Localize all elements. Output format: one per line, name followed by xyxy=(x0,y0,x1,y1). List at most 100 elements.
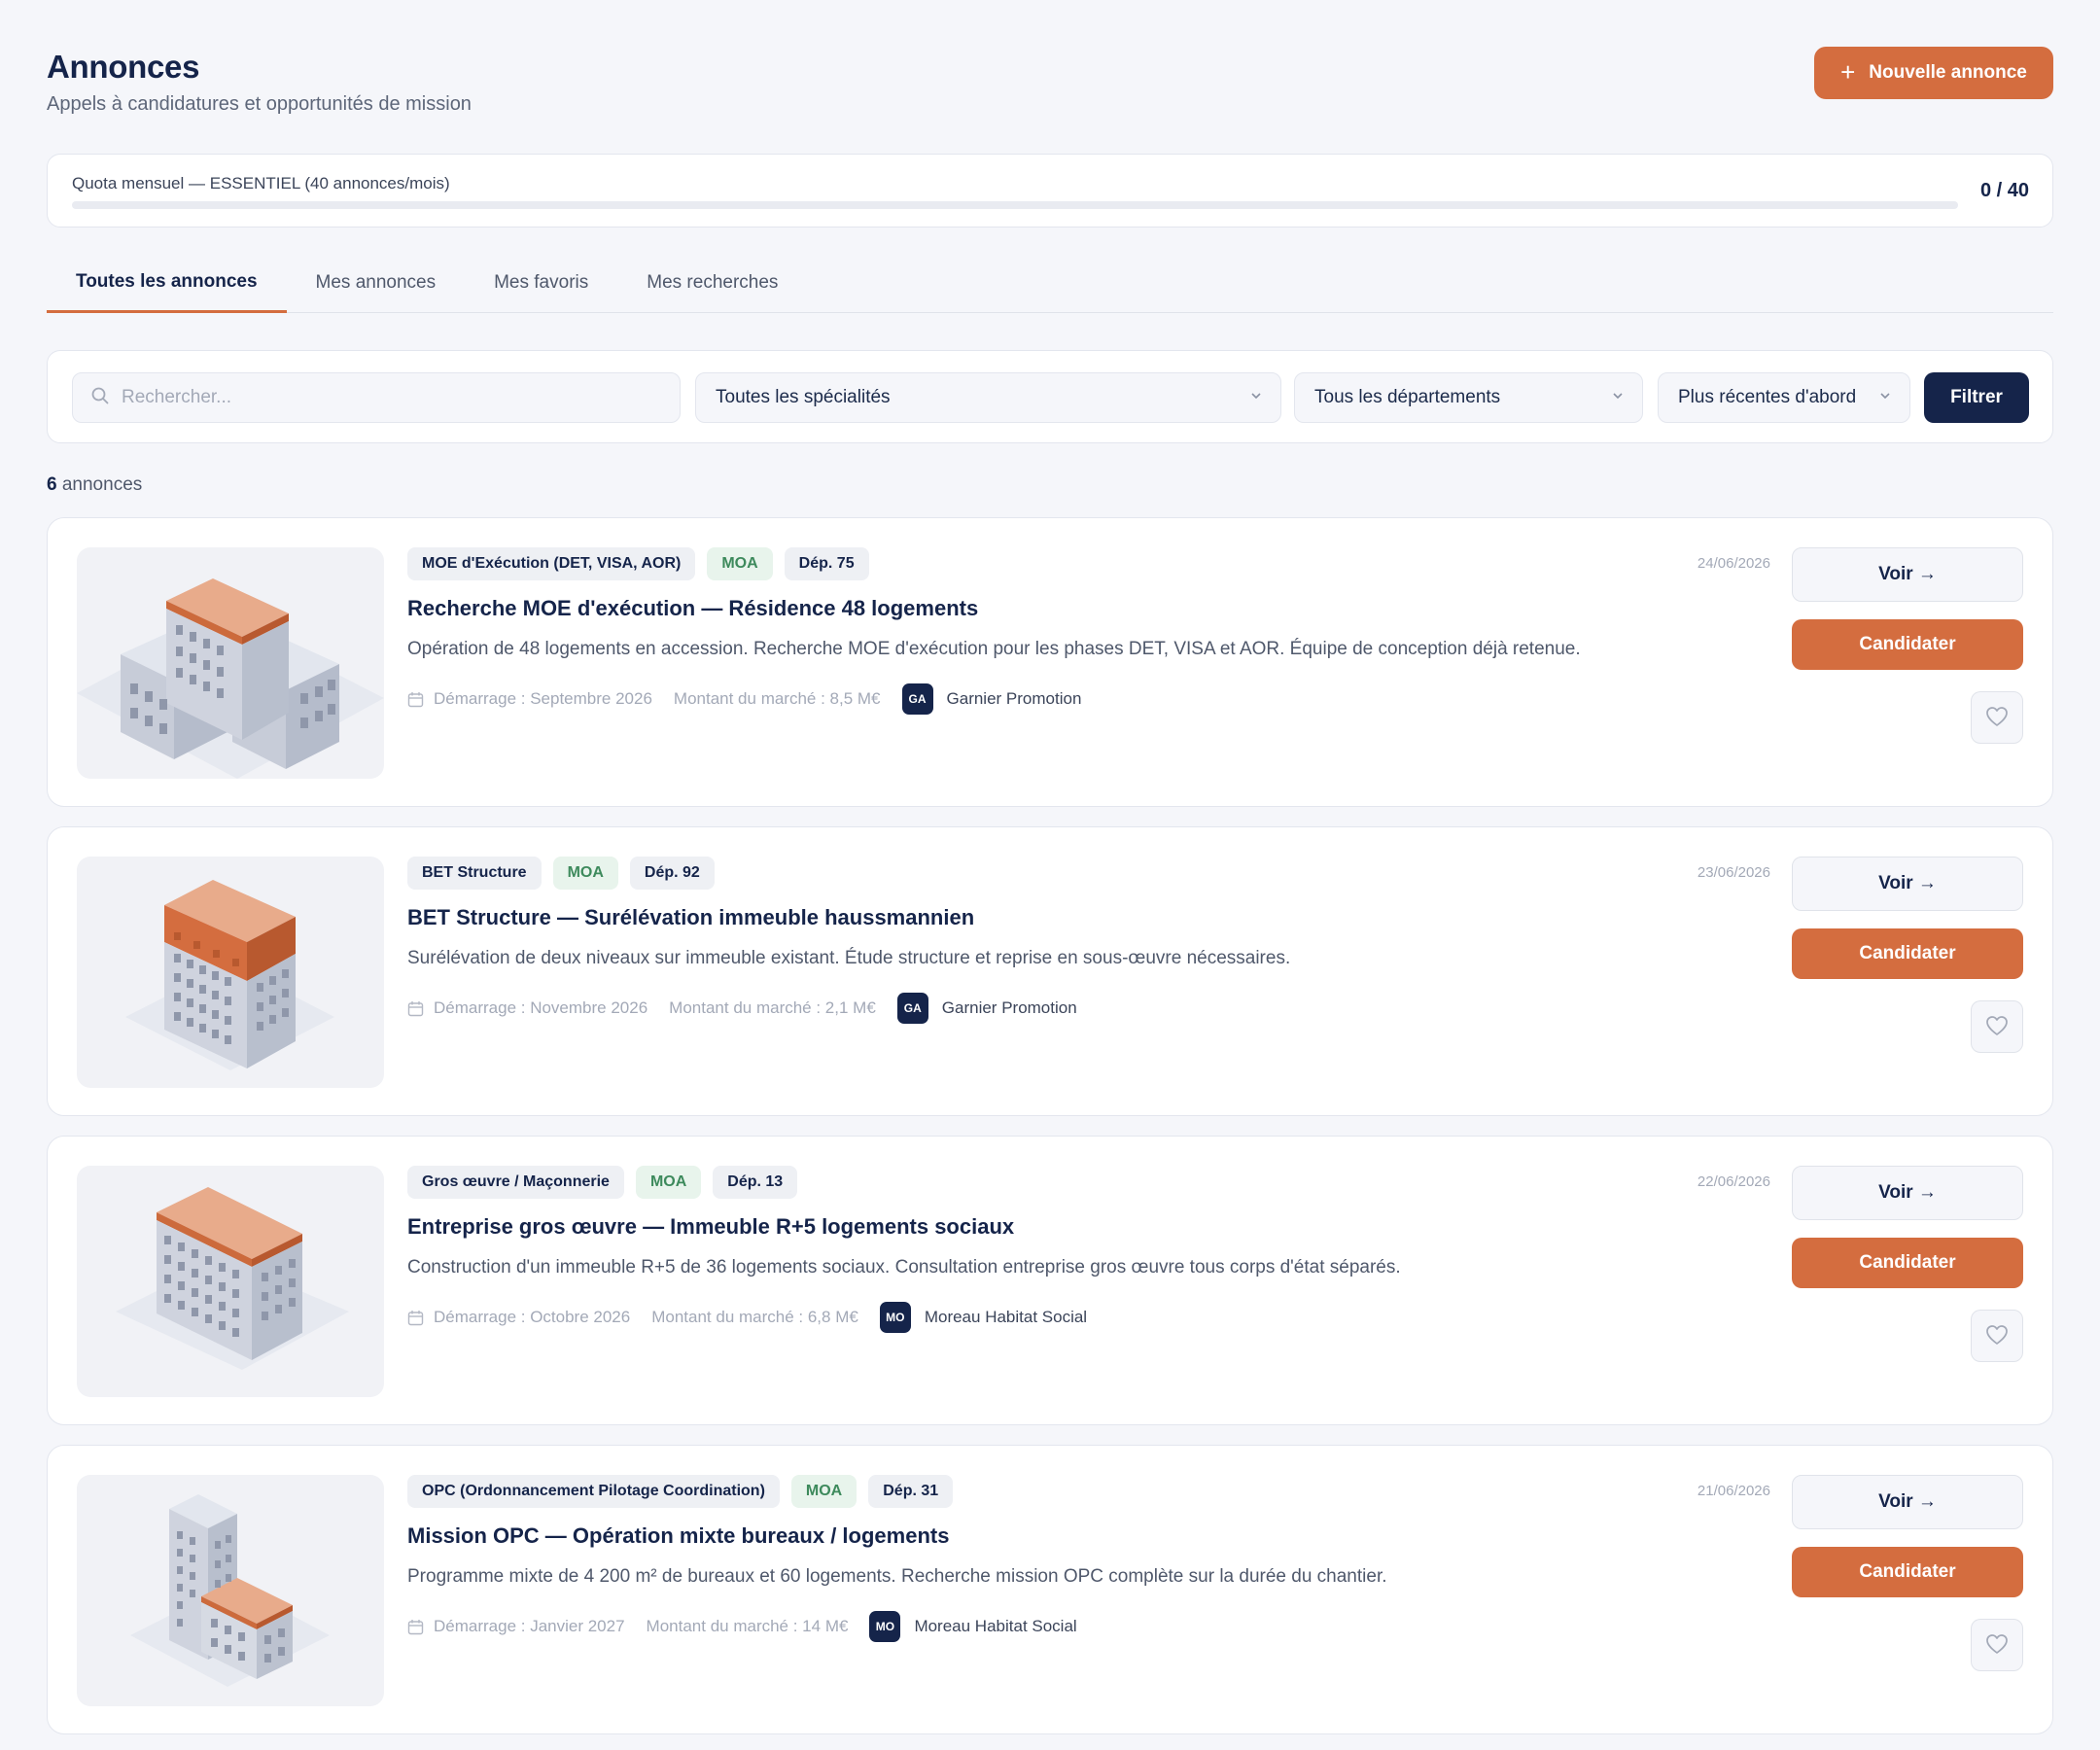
tab-all-listings[interactable]: Toutes les annonces xyxy=(47,261,287,313)
heart-icon xyxy=(1985,1015,2009,1039)
tab-my-searches[interactable]: Mes recherches xyxy=(617,261,807,313)
specialty-tag: MOE d'Exécution (DET, VISA, AOR) xyxy=(407,547,696,580)
company-avatar: GA xyxy=(896,993,928,1024)
role-tag: MOA xyxy=(552,857,618,890)
listing-date: 22/06/2026 xyxy=(1697,1173,1770,1190)
company-name[interactable]: Moreau Habitat Social xyxy=(925,1308,1087,1327)
plus-icon: + xyxy=(1840,56,1856,87)
haussmann-building-illustration xyxy=(125,880,334,1070)
listing-card: MOE d'Exécution (DET, VISA, AOR) MOA Dép… xyxy=(47,517,2053,807)
favorite-button[interactable] xyxy=(1971,691,2023,744)
department-tag: Dép. 75 xyxy=(784,547,869,580)
listing-title[interactable]: BET Structure — Surélévation immeuble ha… xyxy=(407,905,974,930)
new-listing-label: Nouvelle annonce xyxy=(1869,62,2027,83)
listing-date: 24/06/2026 xyxy=(1697,555,1770,572)
department-select[interactable]: Tous les départements xyxy=(1294,372,1643,423)
listing-date: 23/06/2026 xyxy=(1697,864,1770,881)
favorite-button[interactable] xyxy=(1971,1000,2023,1053)
sort-select[interactable]: Plus récentes d'abord xyxy=(1658,372,1910,423)
listing-description: Construction d'un immeuble R+5 de 36 log… xyxy=(407,1257,1401,1278)
new-listing-button[interactable]: + Nouvelle annonce xyxy=(1814,47,2053,99)
quota-count: 0 / 40 xyxy=(1979,180,2029,201)
listing-tags: BET Structure MOA Dép. 92 xyxy=(407,857,715,890)
company-avatar: GA xyxy=(901,683,933,715)
calendar-icon xyxy=(407,1310,424,1326)
listing-description: Opération de 48 logements en accession. … xyxy=(407,639,1581,659)
company-name[interactable]: Garnier Promotion xyxy=(947,689,1082,709)
specialty-tag: OPC (Ordonnancement Pilotage Coordinatio… xyxy=(407,1475,780,1508)
chevron-down-icon xyxy=(1611,387,1625,408)
listing-card: OPC (Ordonnancement Pilotage Coordinatio… xyxy=(47,1445,2053,1734)
tab-my-listings[interactable]: Mes annonces xyxy=(287,261,466,313)
specialty-tag: BET Structure xyxy=(407,857,542,890)
listing-title[interactable]: Mission OPC — Opération mixte bureaux / … xyxy=(407,1523,949,1549)
listing-meta: Démarrage : Novembre 2026 Montant du mar… xyxy=(407,993,1077,1024)
apply-button[interactable]: Candidater xyxy=(1792,1547,2023,1597)
chevron-down-icon xyxy=(1878,387,1892,408)
mixed-use-building-illustration xyxy=(130,1494,330,1687)
filter-button[interactable]: Filtrer xyxy=(1924,372,2029,423)
results-count-number: 6 xyxy=(47,474,57,495)
search-box[interactable] xyxy=(72,372,681,423)
company-name[interactable]: Garnier Promotion xyxy=(942,998,1077,1018)
listing-tags: OPC (Ordonnancement Pilotage Coordinatio… xyxy=(407,1475,954,1508)
listing-description: Surélévation de deux niveaux sur immeubl… xyxy=(407,948,1291,968)
results-count-suffix: annonces xyxy=(61,474,143,495)
listing-title[interactable]: Recherche MOE d'exécution — Résidence 48… xyxy=(407,596,978,621)
specialty-select[interactable]: Toutes les spécialités xyxy=(695,372,1281,423)
apply-button[interactable]: Candidater xyxy=(1792,619,2023,670)
apply-button[interactable]: Candidater xyxy=(1792,928,2023,979)
view-button[interactable]: Voir → xyxy=(1792,547,2023,602)
filter-bar: Toutes les spécialités Tous les départem… xyxy=(47,350,2053,443)
listing-tags: Gros œuvre / Maçonnerie MOA Dép. 13 xyxy=(407,1166,798,1199)
company-name[interactable]: Moreau Habitat Social xyxy=(914,1617,1076,1636)
listing-title[interactable]: Entreprise gros œuvre — Immeuble R+5 log… xyxy=(407,1214,1014,1240)
calendar-icon xyxy=(407,691,424,708)
listing-amount: Montant du marché : 14 M€ xyxy=(646,1617,849,1635)
page-subtitle: Appels à candidatures et opportunités de… xyxy=(47,93,472,115)
view-button[interactable]: Voir → xyxy=(1792,1166,2023,1220)
calendar-icon xyxy=(407,1000,424,1017)
listing-meta: Démarrage : Octobre 2026 Montant du marc… xyxy=(407,1302,1087,1333)
listing-description: Programme mixte de 4 200 m² de bureaux e… xyxy=(407,1566,1387,1587)
department-tag: Dép. 13 xyxy=(713,1166,798,1199)
social-housing-building-illustration xyxy=(116,1187,349,1370)
view-button[interactable]: Voir → xyxy=(1792,1475,2023,1529)
listing-start: Démarrage : Janvier 2027 xyxy=(434,1617,625,1635)
listing-start: Démarrage : Septembre 2026 xyxy=(434,689,652,708)
page-title: Annonces xyxy=(47,49,200,85)
listing-thumbnail xyxy=(77,1475,384,1706)
quota-label: Quota mensuel — ESSENTIEL (40 annonces/m… xyxy=(72,174,450,192)
specialty-tag: Gros œuvre / Maçonnerie xyxy=(407,1166,624,1199)
quota-panel: Quota mensuel — ESSENTIEL (40 annonces/m… xyxy=(47,154,2053,228)
tab-my-favorites[interactable]: Mes favoris xyxy=(465,261,617,313)
page-header: Annonces Appels à candidatures et opport… xyxy=(47,0,2053,146)
listing-thumbnail xyxy=(77,857,384,1088)
heart-icon xyxy=(1985,1324,2009,1348)
listing-thumbnail xyxy=(77,1166,384,1397)
listing-thumbnail xyxy=(77,547,384,779)
heart-icon xyxy=(1985,706,2009,730)
search-icon xyxy=(90,386,110,410)
listing-meta: Démarrage : Janvier 2027 Montant du marc… xyxy=(407,1611,1077,1642)
department-select-value: Tous les départements xyxy=(1314,387,1501,407)
tab-bar: Toutes les annonces Mes annonces Mes fav… xyxy=(47,261,2053,313)
heart-icon xyxy=(1985,1633,2009,1658)
listing-date: 21/06/2026 xyxy=(1697,1483,1770,1499)
search-input[interactable] xyxy=(122,387,666,408)
department-tag: Dép. 31 xyxy=(868,1475,954,1508)
favorite-button[interactable] xyxy=(1971,1310,2023,1362)
specialty-select-value: Toutes les spécialités xyxy=(716,387,891,407)
listing-tags: MOE d'Exécution (DET, VISA, AOR) MOA Dép… xyxy=(407,547,869,580)
apply-button[interactable]: Candidater xyxy=(1792,1238,2023,1288)
calendar-icon xyxy=(407,1619,424,1635)
favorite-button[interactable] xyxy=(1971,1619,2023,1671)
listing-start: Démarrage : Novembre 2026 xyxy=(434,998,648,1017)
results-count: 6 annonces xyxy=(47,474,142,496)
listing-meta: Démarrage : Septembre 2026 Montant du ma… xyxy=(407,683,1081,715)
company-avatar: MO xyxy=(879,1302,911,1333)
view-button[interactable]: Voir → xyxy=(1792,857,2023,911)
role-tag: MOA xyxy=(707,547,773,580)
listing-card: Gros œuvre / Maçonnerie MOA Dép. 13 Entr… xyxy=(47,1136,2053,1425)
quota-progress-bar xyxy=(72,201,1958,209)
